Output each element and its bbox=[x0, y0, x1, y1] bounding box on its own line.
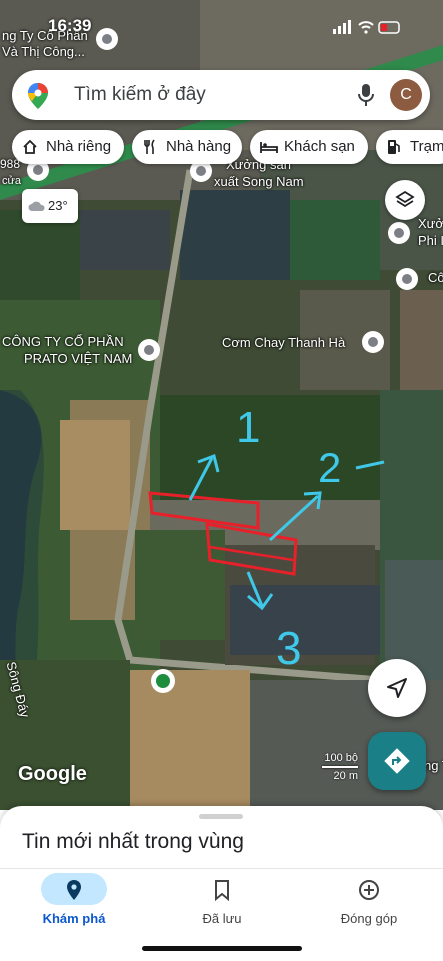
directions-button[interactable] bbox=[368, 732, 426, 790]
scale-meters: 20 m bbox=[333, 770, 358, 782]
weather-temperature: 23° bbox=[48, 198, 68, 213]
chip-restaurant-label: Nhà hàng bbox=[166, 138, 232, 155]
nav-contribute-label: Đóng góp bbox=[340, 911, 398, 926]
map-label-company-top-2: Và Thị Công... bbox=[2, 44, 85, 59]
map-label-xuong-2: xuất Song Nam bbox=[214, 174, 304, 189]
home-icon bbox=[23, 139, 37, 154]
layers-button[interactable] bbox=[385, 180, 425, 220]
search-placeholder: Tìm kiếm ở đây bbox=[74, 84, 206, 105]
restaurant-icon bbox=[144, 139, 155, 154]
avatar[interactable]: C bbox=[390, 79, 422, 111]
poi-marker-com-chay[interactable] bbox=[362, 331, 384, 353]
bookmark-icon bbox=[215, 880, 229, 902]
add-circle-icon bbox=[359, 880, 379, 900]
chip-restaurant[interactable]: Nhà hàng bbox=[132, 130, 242, 164]
layers-icon bbox=[395, 190, 415, 208]
annotation-3: 3 bbox=[276, 622, 302, 674]
home-indicator[interactable] bbox=[142, 946, 302, 951]
chip-home[interactable]: Nhà riêng bbox=[12, 130, 124, 164]
my-location-button[interactable] bbox=[368, 659, 426, 717]
poi-marker-prato[interactable] bbox=[138, 339, 160, 361]
nav-contribute[interactable]: Đóng góp bbox=[295, 869, 443, 939]
scale-feet: 100 bộ bbox=[324, 752, 358, 764]
chip-gas[interactable]: Trạm bbox=[376, 130, 443, 164]
red-plot-outline-1 bbox=[148, 491, 260, 530]
map-label-right-co: Cô bbox=[428, 270, 443, 285]
map-label-right-x1: Xưở bbox=[418, 216, 443, 231]
hotel-icon bbox=[260, 142, 278, 153]
search-bar[interactable]: Tìm kiếm ở đây C bbox=[12, 70, 430, 120]
sheet-title: Tin mới nhất trong vùng bbox=[22, 830, 244, 853]
annotation-1: 1 bbox=[236, 403, 260, 452]
directions-icon bbox=[384, 748, 410, 774]
nav-saved-label: Đã lưu bbox=[202, 911, 242, 926]
weather-badge[interactable]: 23° bbox=[22, 189, 78, 223]
map-label-prato-1: CÔNG TY CỔ PHẦN bbox=[2, 334, 124, 349]
scale-bar: 100 bộ 20 m bbox=[300, 752, 360, 782]
status-icons bbox=[333, 19, 403, 40]
signal-wifi-battery-icon bbox=[333, 20, 400, 34]
nav-saved[interactable]: Đã lưu bbox=[148, 869, 296, 939]
poi-marker-right-1[interactable] bbox=[388, 222, 410, 244]
mic-icon[interactable] bbox=[358, 83, 374, 107]
status-time: 16:39 bbox=[48, 16, 92, 35]
google-maps-pin-icon bbox=[28, 83, 48, 109]
chip-home-label: Nhà riêng bbox=[46, 138, 112, 155]
poi-marker-right-2[interactable] bbox=[396, 268, 418, 290]
annotation-2: 2 bbox=[318, 444, 341, 491]
navigation-arrow-icon bbox=[387, 678, 407, 698]
satellite-map[interactable]: 1 2 3 ng Ty Cổ Phần Và Thị Công... 988 c… bbox=[0, 0, 443, 810]
location-pin-icon bbox=[67, 880, 81, 900]
chip-hotel[interactable]: Khách sạn bbox=[250, 130, 368, 164]
arrow-2 bbox=[268, 494, 320, 542]
map-label-right-x2: Phi I bbox=[418, 233, 443, 248]
map-label-cua: cửa bbox=[2, 175, 21, 187]
chip-gas-label: Trạm bbox=[410, 138, 443, 155]
status-bar: 16:39 bbox=[0, 14, 443, 44]
arrow-1 bbox=[188, 457, 214, 501]
chip-hotel-label: Khách sạn bbox=[284, 138, 355, 155]
google-logo: Google bbox=[18, 763, 87, 785]
map-label-prato-2: PRATO VIỆT NAM bbox=[24, 351, 133, 366]
poi-marker-green[interactable] bbox=[151, 669, 175, 693]
bottom-sheet[interactable]: Tin mới nhất trong vùng bbox=[0, 806, 443, 868]
bottom-navigation: Khám phá Đã lưu Đóng góp bbox=[0, 868, 443, 961]
nav-explore-label: Khám phá bbox=[42, 911, 106, 926]
gas-station-icon bbox=[388, 140, 400, 154]
sheet-handle[interactable] bbox=[199, 814, 243, 819]
map-label-right-lower: ng T bbox=[424, 758, 443, 773]
cloud-icon bbox=[28, 201, 45, 211]
map-label-com-chay: Cơm Chay Thanh Hà bbox=[222, 335, 346, 350]
nav-explore[interactable]: Khám phá bbox=[0, 869, 148, 939]
